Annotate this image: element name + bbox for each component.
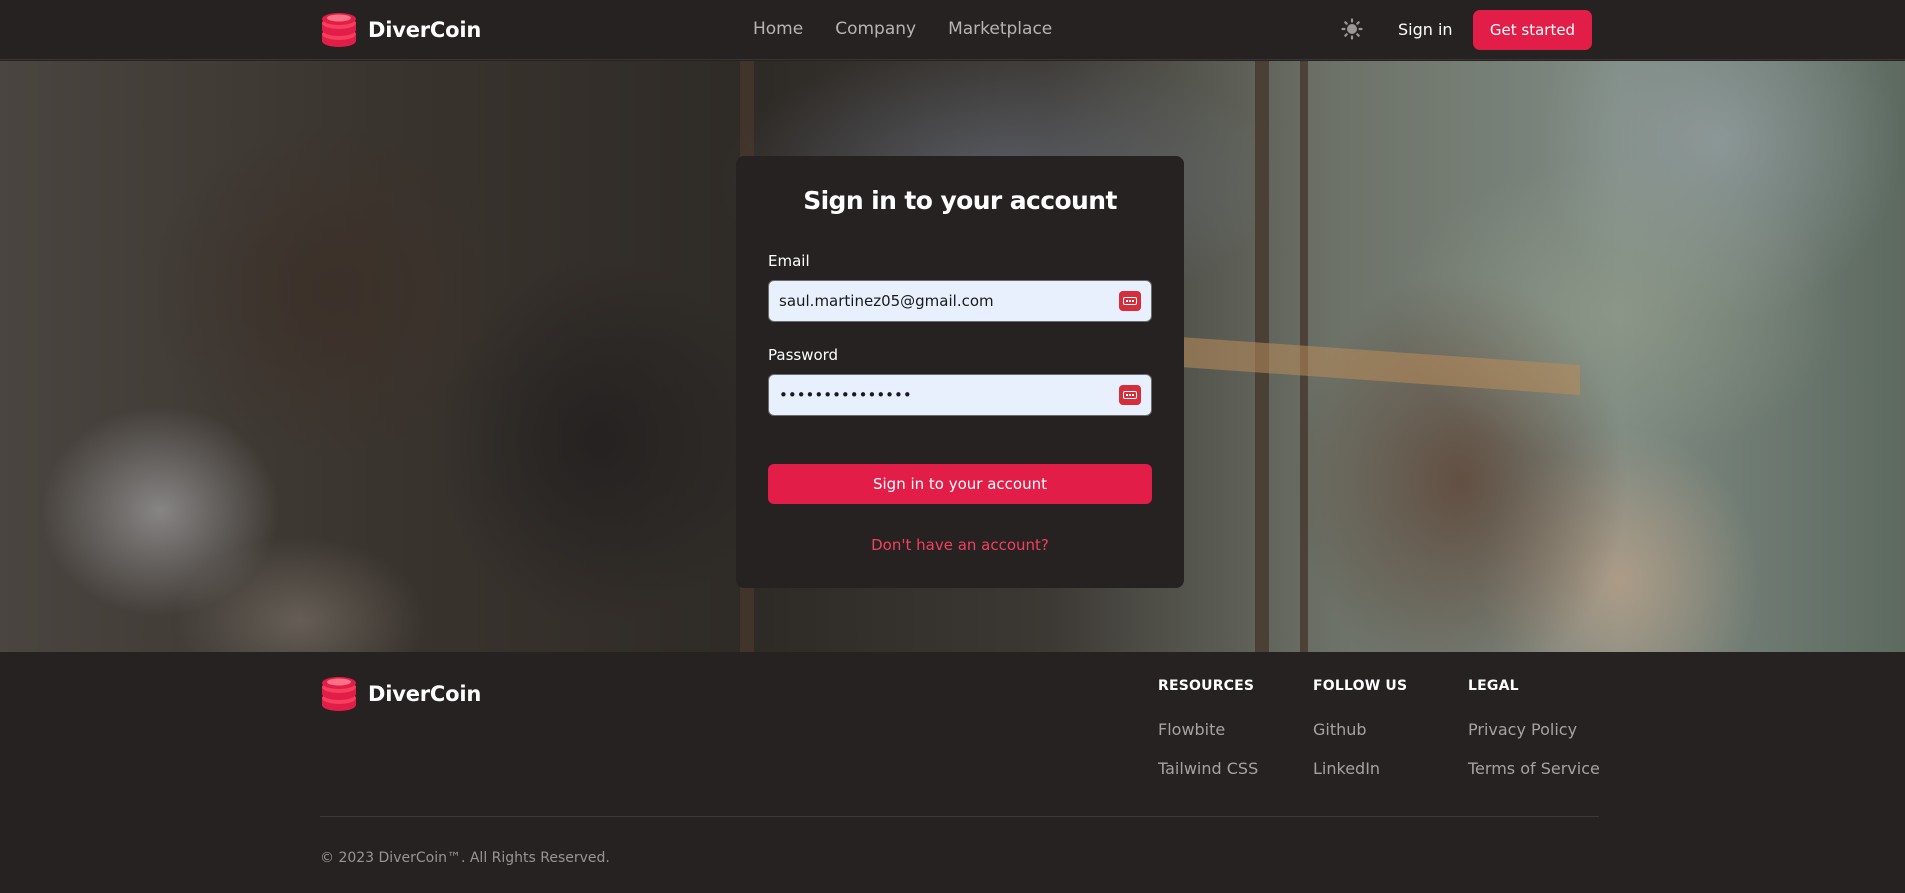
password-value: ••••••••••••••• bbox=[779, 386, 912, 404]
sun-icon bbox=[1341, 18, 1363, 40]
copyright-text: © 2023 DiverCoin™. All Rights Reserved. bbox=[320, 850, 610, 866]
email-label: Email bbox=[768, 252, 810, 270]
coins-logo-icon bbox=[322, 13, 356, 47]
password-manager-icon[interactable] bbox=[1119, 291, 1141, 311]
footer-column-follow-us: FOLLOW US Github LinkedIn bbox=[1313, 678, 1407, 798]
login-title: Sign in to your account bbox=[803, 186, 1117, 215]
login-card: Sign in to your account Email saul.marti… bbox=[736, 156, 1184, 588]
signin-link[interactable]: Sign in bbox=[1398, 20, 1453, 39]
main-nav: Home Company Marketplace bbox=[753, 19, 1052, 39]
brand-name: DiverCoin bbox=[368, 18, 482, 42]
footer-link-terms[interactable]: Terms of Service bbox=[1468, 759, 1600, 778]
footer-link-github[interactable]: Github bbox=[1313, 720, 1407, 739]
footer-link-tailwind[interactable]: Tailwind CSS bbox=[1158, 759, 1258, 778]
nav-home-link[interactable]: Home bbox=[753, 19, 803, 39]
footer-heading: LEGAL bbox=[1468, 678, 1519, 694]
footer-brand-name: DiverCoin bbox=[368, 682, 482, 706]
footer-brand-link[interactable]: DiverCoin bbox=[320, 676, 481, 712]
footer-column-resources: RESOURCES Flowbite Tailwind CSS bbox=[1158, 678, 1258, 798]
footer-heading: RESOURCES bbox=[1158, 678, 1255, 694]
email-field[interactable]: saul.martinez05@gmail.com bbox=[768, 280, 1152, 322]
desk bbox=[1180, 337, 1580, 395]
footer-link-flowbite[interactable]: Flowbite bbox=[1158, 720, 1258, 739]
password-manager-icon[interactable] bbox=[1119, 385, 1141, 405]
nav-company-link[interactable]: Company bbox=[835, 19, 916, 39]
footer-heading: FOLLOW US bbox=[1313, 678, 1408, 694]
coins-logo-icon bbox=[322, 677, 356, 711]
password-label: Password bbox=[768, 346, 839, 364]
nav-marketplace-link[interactable]: Marketplace bbox=[948, 19, 1052, 39]
signup-link[interactable]: Don't have an account? bbox=[736, 536, 1184, 554]
footer-column-legal: LEGAL Privacy Policy Terms of Service bbox=[1468, 678, 1600, 798]
signin-submit-button[interactable]: Sign in to your account bbox=[768, 464, 1152, 504]
navbar: DiverCoin Home Company Marketplace Sign … bbox=[0, 0, 1905, 60]
password-field[interactable]: ••••••••••••••• bbox=[768, 374, 1152, 416]
footer-link-privacy[interactable]: Privacy Policy bbox=[1468, 720, 1600, 739]
email-value: saul.martinez05@gmail.com bbox=[779, 292, 994, 310]
brand-logo-link[interactable]: DiverCoin bbox=[320, 12, 481, 48]
get-started-button[interactable]: Get started bbox=[1473, 10, 1592, 50]
footer-divider bbox=[320, 816, 1599, 817]
theme-toggle-button[interactable] bbox=[1340, 17, 1364, 41]
footer-link-linkedin[interactable]: LinkedIn bbox=[1313, 759, 1407, 778]
